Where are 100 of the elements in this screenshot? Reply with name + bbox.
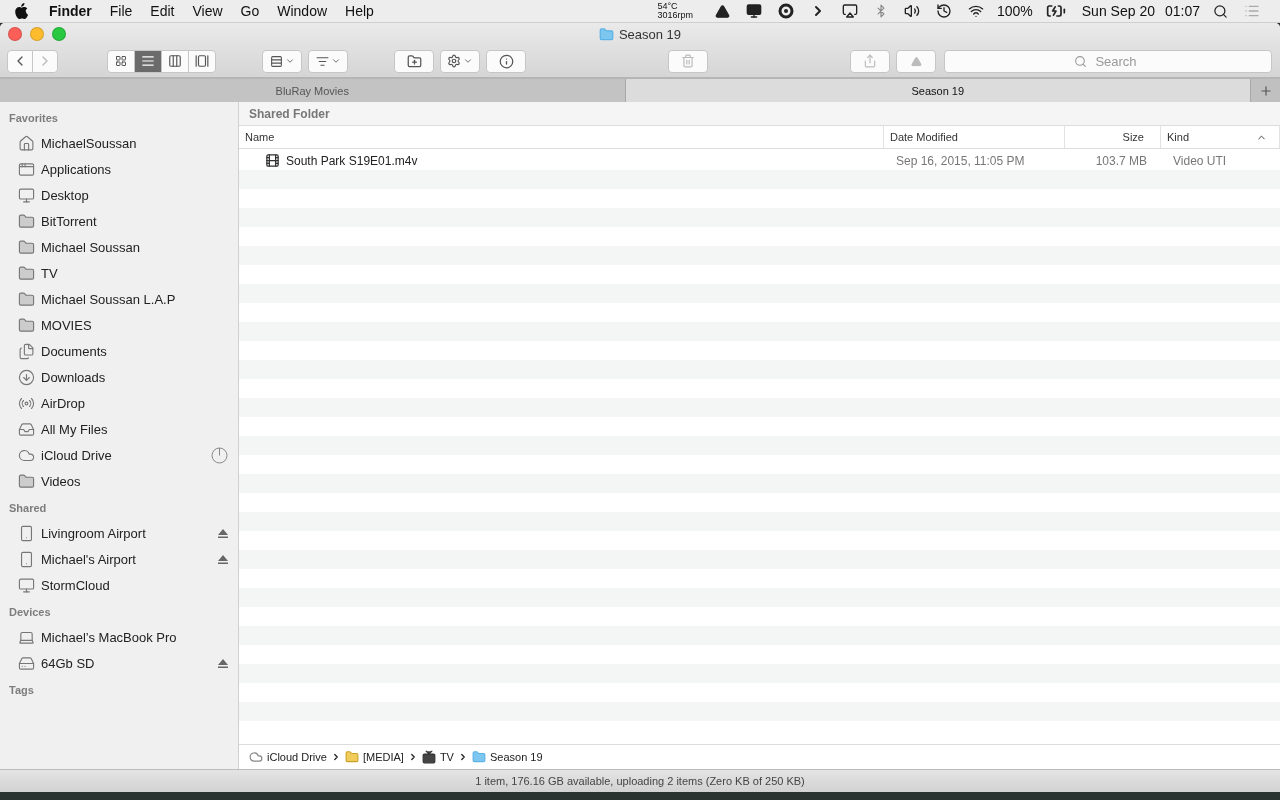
airplay-icon[interactable] — [841, 3, 858, 19]
sidebar-item[interactable]: Videos — [0, 468, 238, 494]
share-icon — [863, 54, 877, 68]
menu-item[interactable]: View — [183, 3, 232, 19]
kind-cell: Video UTI — [1173, 153, 1227, 168]
view-mode-button[interactable] — [161, 49, 189, 73]
eject-icon[interactable] — [218, 528, 228, 538]
caret-icon — [284, 56, 295, 66]
monitor-icon — [421, 750, 436, 764]
path-item[interactable]: iCloud Drive — [249, 750, 327, 764]
time-machine-icon[interactable] — [935, 3, 952, 19]
menu-item[interactable]: Help — [336, 3, 383, 19]
apple-icon[interactable] — [14, 3, 28, 19]
search-field[interactable]: Search — [944, 49, 1272, 73]
list-view-icon — [141, 54, 155, 68]
sidebar-item[interactable]: Michael's Airport — [0, 546, 238, 572]
sidebar-item[interactable]: MichaelSoussan — [0, 130, 238, 156]
folder-icon — [18, 316, 35, 334]
sidebar-item[interactable]: StormCloud — [0, 572, 238, 598]
caret-icon — [463, 56, 473, 66]
folder-icon — [18, 238, 35, 256]
close-button[interactable] — [8, 27, 22, 41]
drive-triangle-icon[interactable] — [714, 3, 730, 19]
sidebar-item[interactable]: Michael Soussan — [0, 234, 238, 260]
sidebar-item[interactable]: All My Files — [0, 416, 238, 442]
folder-icon — [18, 472, 35, 490]
action-button[interactable] — [440, 49, 480, 73]
sidebar-item[interactable]: Documents — [0, 338, 238, 364]
arrange-button[interactable] — [262, 49, 302, 73]
monitor-icon — [18, 576, 35, 594]
sidebar-item[interactable]: Desktop — [0, 182, 238, 208]
list-icon — [315, 54, 329, 68]
sidebar-item[interactable]: BitTorrent — [0, 208, 238, 234]
sidebar-item[interactable]: TV — [0, 260, 238, 286]
column-header[interactable]: Kind — [1161, 126, 1280, 148]
sidebar-item[interactable]: MOVIES — [0, 312, 238, 338]
menu-item[interactable]: Window — [268, 3, 337, 19]
sidebar-section-title: Tags — [8, 683, 35, 698]
caret-icon — [330, 56, 341, 66]
new-folder-button[interactable] — [394, 49, 434, 73]
path-item[interactable]: Season 19 — [471, 750, 543, 764]
info-button[interactable] — [486, 49, 526, 73]
sidebar-item[interactable]: Applications — [0, 156, 238, 182]
folder-icon — [344, 750, 359, 764]
info-icon — [498, 53, 514, 69]
column-header[interactable]: Name — [239, 126, 884, 148]
sidebar-item[interactable]: Michael’s MacBook Pro — [0, 624, 238, 650]
size-cell: 103.7 MB — [1095, 153, 1147, 168]
menu-item[interactable]: Go — [231, 3, 269, 19]
file-name[interactable]: South Park S19E01.m4v — [286, 153, 418, 168]
view-mode-button[interactable] — [134, 49, 162, 73]
shared-folder-header: Shared Folder — [239, 102, 1280, 126]
menu-time[interactable]: 01:07 — [1164, 3, 1200, 19]
status-bar: 1 item, 176.16 GB available, uploading 2 items (Zero KB of 250 KB) — [0, 769, 1280, 792]
house-icon — [18, 134, 35, 152]
menu-item[interactable]: File — [100, 3, 142, 19]
monitor-icon[interactable] — [745, 3, 762, 19]
sort-button[interactable] — [308, 49, 348, 73]
grid-view-icon — [115, 55, 127, 67]
router-icon — [18, 550, 35, 568]
swirl-icon[interactable] — [777, 3, 794, 19]
date-modified-cell: Sep 16, 2015, 11:05 PM — [896, 153, 1025, 168]
progress-icon — [211, 446, 228, 464]
eject-icon[interactable] — [218, 554, 228, 564]
path-item[interactable]: TV — [421, 750, 454, 764]
apps-icon — [18, 160, 35, 178]
sidebar-item[interactable]: Livingroom Airport — [0, 520, 238, 546]
tab[interactable]: Season 19 — [625, 79, 1251, 102]
folder-icon — [18, 290, 35, 308]
sidebar-section-title: Shared — [8, 501, 48, 516]
sidebar-item[interactable]: 64Gb SD — [0, 650, 238, 676]
column-header[interactable]: Date Modified — [884, 126, 1065, 148]
folder-icon — [18, 212, 35, 230]
search-icon[interactable] — [1213, 3, 1228, 19]
fan-speed-reading: 3016rpm — [657, 11, 693, 20]
sidebar-item[interactable]: AirDrop — [0, 390, 238, 416]
temperature-reading: 54°C — [657, 2, 679, 11]
folder-icon — [18, 264, 35, 282]
trash-icon — [681, 54, 695, 68]
menu-date[interactable]: Sun Sep 20 — [1081, 3, 1155, 19]
sidebar-item[interactable]: iCloud Drive — [0, 442, 238, 468]
eject-icon — [910, 55, 922, 67]
app-menu[interactable]: Finder — [40, 3, 101, 19]
column-header[interactable]: Size — [1065, 126, 1161, 148]
view-mode-button[interactable] — [188, 49, 216, 73]
documents-icon — [18, 342, 35, 360]
plus-icon — [1258, 83, 1273, 98]
view-mode-button[interactable] — [107, 49, 135, 73]
cloud-icon — [249, 750, 263, 764]
eject-icon[interactable] — [218, 658, 228, 668]
grid-icon — [269, 54, 283, 68]
battery-percentage: 100% — [996, 3, 1033, 19]
menu-item[interactable]: Edit — [141, 3, 184, 19]
path-item[interactable]: [MEDIA] — [344, 750, 404, 764]
sidebar-item[interactable]: Downloads — [0, 364, 238, 390]
wifi-icon[interactable] — [967, 3, 984, 19]
desktop-icon — [18, 186, 35, 204]
volume-icon[interactable] — [903, 3, 920, 19]
window-title: Season 19 — [618, 26, 682, 42]
sidebar-item[interactable]: Michael Soussan L.A.P — [0, 286, 238, 312]
